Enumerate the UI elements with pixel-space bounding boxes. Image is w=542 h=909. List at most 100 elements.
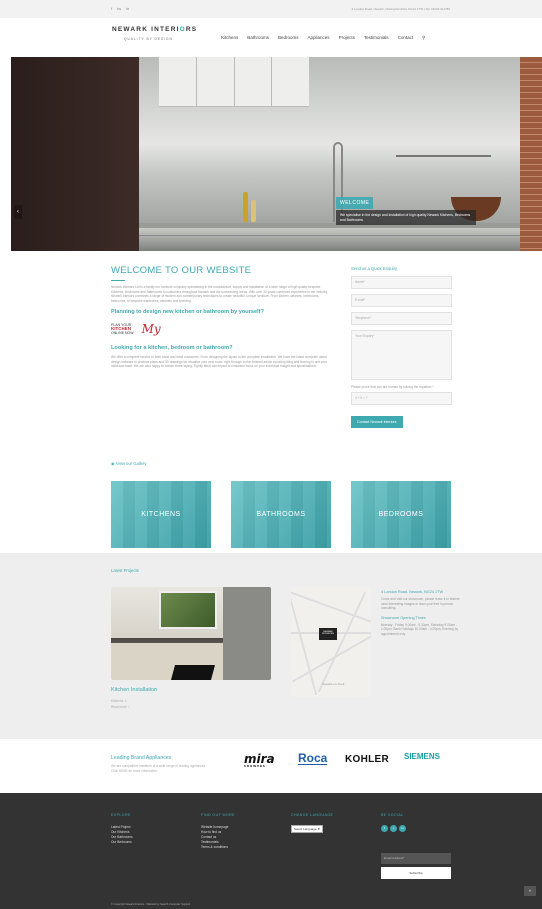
showroom-description: Come and visit our showroom, please leav…	[381, 597, 460, 610]
projects-band	[0, 553, 542, 739]
site-logo[interactable]: NEWARK INTERIORS QUALITY BY DESIGN	[112, 26, 197, 41]
hero-bottle	[251, 200, 256, 222]
gallery-tiles: KITCHENS BATHROOMS BEDROOMS	[111, 481, 451, 548]
telephone-field[interactable]: Telephone*	[351, 312, 452, 325]
hero-caption-title: WELCOME	[336, 197, 374, 209]
email-field[interactable]: E-mail*	[351, 294, 452, 307]
hero-bottle	[243, 192, 248, 222]
back-to-top-button[interactable]: ˄	[524, 886, 536, 896]
top-contact-info: 4 London Road, Newark, Nottinghamshire N…	[351, 7, 450, 11]
footer-language: CHANGE LANGUAGE Select Language ▼	[291, 813, 333, 833]
read-more-link[interactable]: Read more ›	[111, 705, 129, 711]
hero-slider[interactable]: ‹ WELCOME We specialise in the design an…	[11, 57, 542, 251]
facebook-icon[interactable]: f	[111, 6, 112, 11]
slider-prev-arrow[interactable]: ‹	[14, 205, 22, 219]
camera-icon: ◉	[111, 461, 115, 466]
copyright: © Copyright Newark Interiors - Website b…	[111, 903, 191, 906]
tile-kitchens[interactable]: KITCHENS	[111, 481, 211, 548]
map-pin[interactable]: NEWARK INTERIORS	[319, 628, 337, 640]
contact-submit-button[interactable]: Contact Newark Interiors	[351, 416, 403, 428]
linkedin-icon[interactable]: in	[399, 825, 406, 832]
welcome-intro: Newark Interiors Ltd is a family run fur…	[111, 285, 328, 303]
captcha-answer-field[interactable]: 4 + 5 = ?	[351, 392, 452, 405]
project-title[interactable]: Kitchen Installation	[111, 687, 157, 693]
twitter-icon[interactable]: tw	[117, 6, 121, 11]
showroom-contact: 4 London Road, Newark, NG24 1TW Come and…	[381, 590, 461, 641]
footer-link[interactable]: Our Bedrooms	[111, 840, 133, 845]
nav-bathrooms[interactable]: Bathrooms	[247, 35, 269, 41]
name-field[interactable]: Name*	[351, 276, 452, 289]
plan-heading: Planning to design new kitchen or bathro…	[111, 309, 264, 315]
hero-caption: WELCOME We specialise in the design and …	[336, 197, 476, 225]
footer-social-icons: f t in	[381, 825, 406, 832]
hero-upper-cabinets	[159, 57, 309, 107]
logo-name: NEWARK INTERIORS	[112, 26, 198, 33]
plan-kitchen-logo: PLAN YOUR KITCHEN ONLINE NOW	[111, 323, 134, 335]
plan-kitchen-banner[interactable]: PLAN YOUR KITCHEN ONLINE NOW My	[111, 319, 331, 339]
welcome-title: WELCOME TO OUR WEBSITE	[111, 265, 252, 276]
hero-dark-cabinet	[11, 57, 139, 251]
nav-kitchens[interactable]: Kitchens	[221, 35, 238, 41]
newsletter-email-input[interactable]: Email Address*	[381, 853, 451, 864]
nav-contact[interactable]: Contact	[398, 35, 414, 41]
siemens-logo: SIEMENS	[404, 752, 441, 761]
enquiry-textarea[interactable]: Your Enquiry*	[351, 330, 452, 380]
location-map[interactable]: NEWARK INTERIORS Newark-on-Trent	[291, 587, 371, 697]
tile-bedrooms[interactable]: BEDROOMS	[351, 481, 451, 548]
facebook-icon[interactable]: f	[381, 825, 388, 832]
linkedin-icon[interactable]: in	[126, 6, 129, 11]
project-meta: Kitchens, 1 Read more ›	[111, 699, 129, 710]
project-photo[interactable]	[111, 587, 271, 680]
language-select[interactable]: Select Language ▼	[291, 825, 324, 833]
photo-wall	[223, 587, 271, 680]
nav-projects[interactable]: Projects	[339, 35, 355, 41]
footer-social: BE SOCIAL f t in	[381, 813, 406, 832]
welcome-section: WELCOME TO OUR WEBSITE Newark Interiors …	[111, 265, 331, 369]
photo-window	[159, 591, 217, 629]
nav-appliances[interactable]: Appliances	[308, 35, 330, 41]
hero-caption-text: We specialise in the design and installa…	[336, 210, 476, 225]
showroom-address: 4 London Road, Newark, NG24 1TW	[381, 590, 444, 594]
subscribe-button[interactable]: Subscribe	[381, 867, 451, 879]
footer-find-out-more: FIND OUT MORE Website homepage How to fi…	[201, 813, 235, 850]
top-bar: f tw in 4 London Road, Newark, Nottingha…	[0, 0, 542, 18]
quick-enquiry-form: Send us a Quick Enquiry Name* E-mail* Te…	[351, 266, 452, 428]
my-kitchen-logo: My	[141, 322, 161, 336]
nav-bedrooms[interactable]: Bedrooms	[278, 35, 299, 41]
form-title: Send us a Quick Enquiry	[351, 266, 398, 271]
photo-hob	[170, 665, 216, 680]
project-category: Kitchens, 1	[111, 699, 127, 703]
looking-text: We offer a complete service to both trad…	[111, 355, 327, 368]
nav-testimonials[interactable]: Testimonials	[364, 35, 389, 41]
brands-description: We are competitive installers of a wide …	[111, 764, 207, 773]
gallery-link[interactable]: ◉ View our Gallery	[111, 461, 146, 466]
footer-language-title: CHANGE LANGUAGE	[291, 813, 334, 817]
brands-section: Leading Brand Appliances We are competit…	[0, 739, 542, 793]
opening-times-title: Showroom Opening Times	[381, 615, 426, 620]
title-rule	[111, 280, 125, 281]
footer-link[interactable]: Terms & conditions	[201, 845, 235, 850]
search-icon[interactable]: ⚲	[422, 35, 425, 41]
hero-brick-wall	[520, 57, 542, 251]
logo-tagline: QUALITY BY DESIGN	[124, 37, 173, 41]
footer-explore-title: EXPLORE	[111, 813, 131, 817]
mira-logo: mira SHOWERS	[244, 752, 275, 768]
looking-heading: Looking for a kitchen, bedroom or bathro…	[111, 345, 233, 351]
latest-projects-title: Latest Projects	[111, 568, 139, 573]
kohler-logo: KOHLER	[345, 754, 390, 765]
hero-shelf	[396, 155, 491, 157]
tile-bathrooms[interactable]: BATHROOMS	[231, 481, 331, 548]
twitter-icon[interactable]: t	[390, 825, 397, 832]
footer-social-title: BE SOCIAL	[381, 813, 404, 817]
chevron-up-icon: ˄	[528, 888, 532, 893]
hero-drawer-line	[139, 235, 531, 236]
footer-find-title: FIND OUT MORE	[201, 813, 235, 817]
roca-logo: Roca	[298, 751, 328, 765]
footer-explore: EXPLORE Latest Project Our Kitchens Our …	[111, 813, 133, 845]
brands-title: Leading Brand Appliances	[111, 755, 172, 761]
site-footer: EXPLORE Latest Project Our Kitchens Our …	[0, 793, 542, 909]
main-nav: Kitchens Bathrooms Bedrooms Appliances P…	[221, 35, 425, 41]
page: { "topbar":{"social":["f","tw","in"],"in…	[0, 0, 542, 909]
opening-times: Monday - Friday 9.00am - 5.30pm, Saturda…	[381, 622, 459, 636]
map-label: Newark-on-Trent	[322, 682, 345, 686]
